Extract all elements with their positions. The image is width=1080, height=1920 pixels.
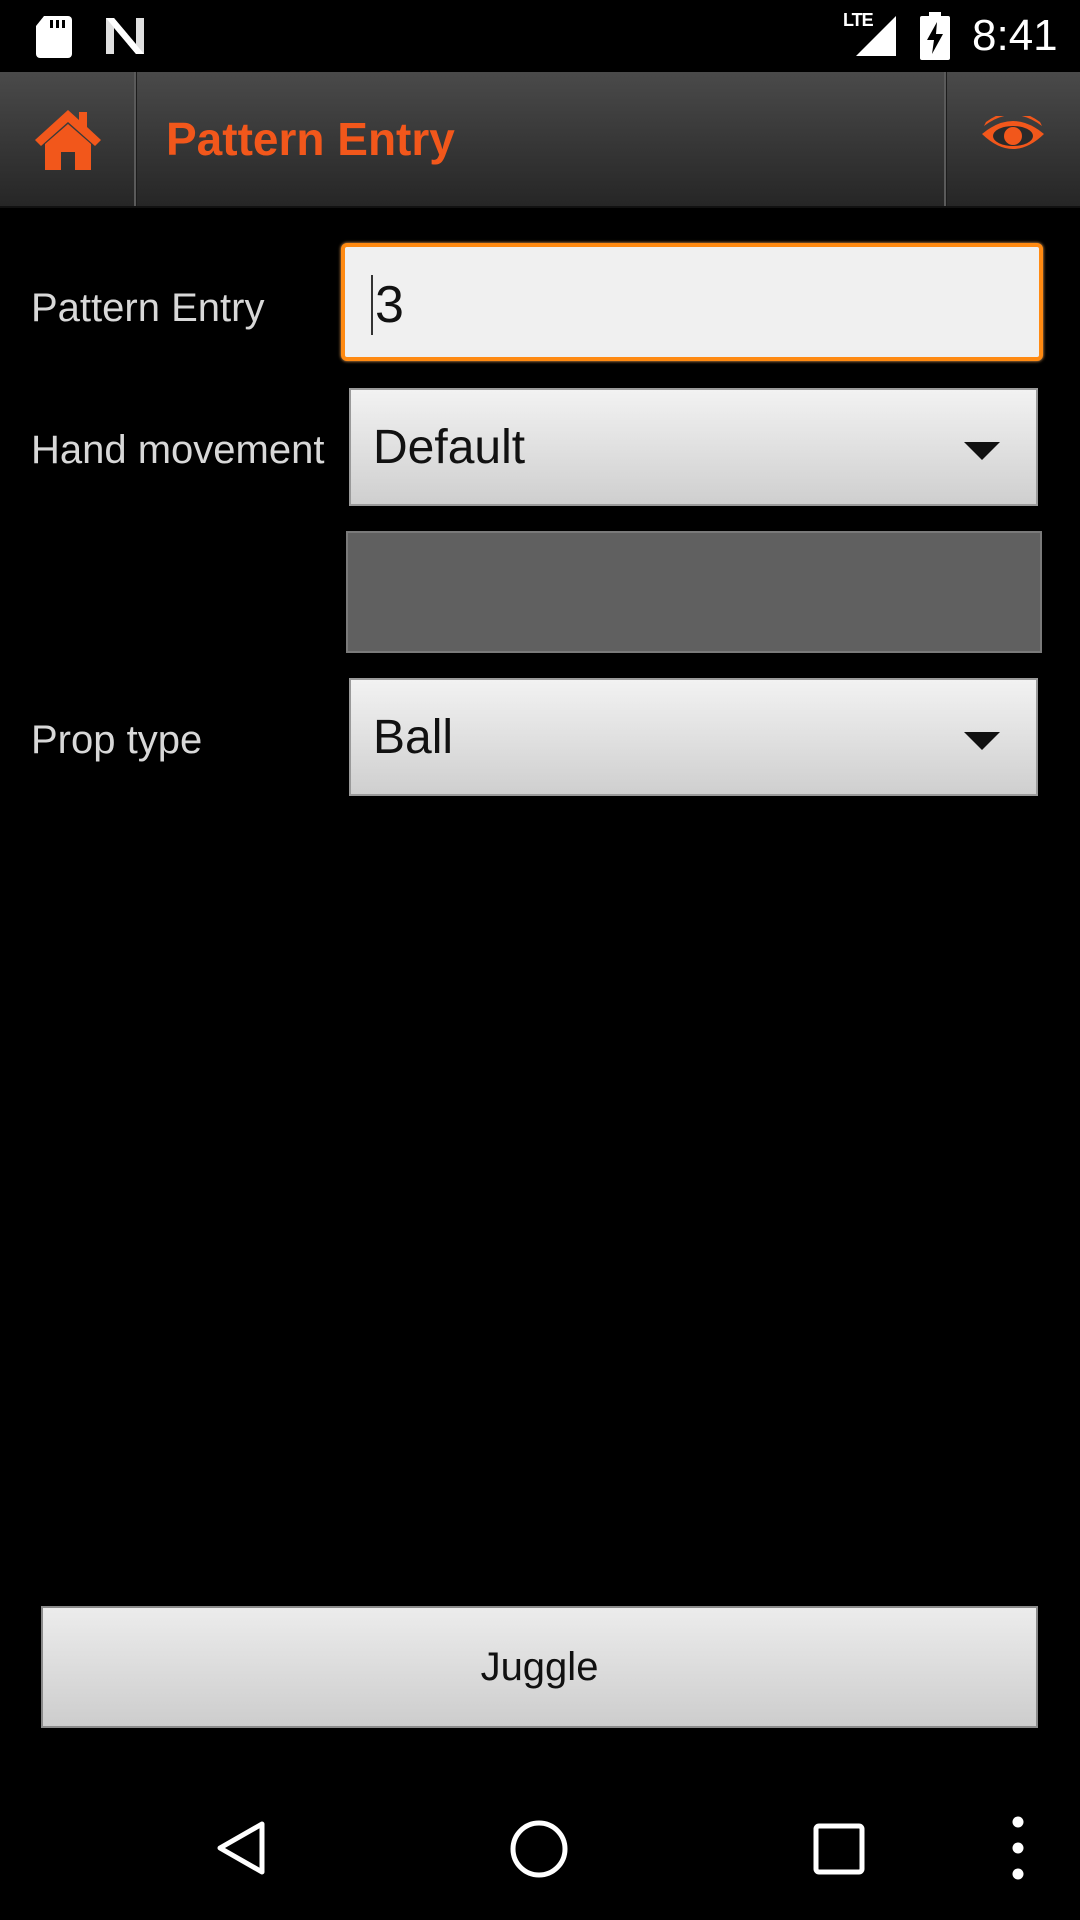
home-button[interactable] bbox=[0, 72, 134, 206]
clock: 8:41 bbox=[972, 11, 1058, 60]
action-bar: Pattern Entry bbox=[0, 72, 1080, 208]
home-circle-icon[interactable] bbox=[508, 1818, 570, 1880]
prop-type-dropdown[interactable]: Ball bbox=[349, 678, 1038, 796]
dropdown-arrow-icon bbox=[964, 732, 1000, 750]
prop-type-selected: Ball bbox=[373, 711, 454, 764]
status-bar bbox=[0, 0, 1080, 72]
pattern-entry-label: Pattern Entry bbox=[31, 286, 265, 330]
recents-icon[interactable] bbox=[812, 1822, 866, 1876]
pattern-entry-input[interactable]: 3 bbox=[341, 243, 1043, 361]
sd-card-icon bbox=[36, 16, 72, 58]
overflow-menu-icon[interactable] bbox=[1006, 1812, 1030, 1884]
hand-movement-selected: Default bbox=[373, 421, 526, 474]
hand-movement-custom-field bbox=[346, 531, 1042, 653]
view-button[interactable] bbox=[946, 72, 1080, 206]
eye-icon bbox=[982, 116, 1044, 149]
back-icon[interactable] bbox=[212, 1818, 272, 1878]
prop-type-label: Prop type bbox=[31, 718, 203, 762]
dropdown-arrow-icon bbox=[964, 442, 1000, 460]
page-title: Pattern Entry bbox=[166, 113, 455, 165]
n-icon bbox=[106, 18, 144, 54]
signal-icon bbox=[856, 16, 896, 56]
action-bar-divider bbox=[134, 72, 137, 206]
pattern-entry-value: 3 bbox=[371, 275, 404, 335]
battery-charging-icon bbox=[920, 12, 950, 60]
home-icon bbox=[35, 110, 101, 170]
juggle-button[interactable]: Juggle bbox=[41, 1606, 1038, 1728]
hand-movement-dropdown[interactable]: Default bbox=[349, 388, 1038, 506]
hand-movement-label: Hand movement bbox=[31, 428, 325, 472]
